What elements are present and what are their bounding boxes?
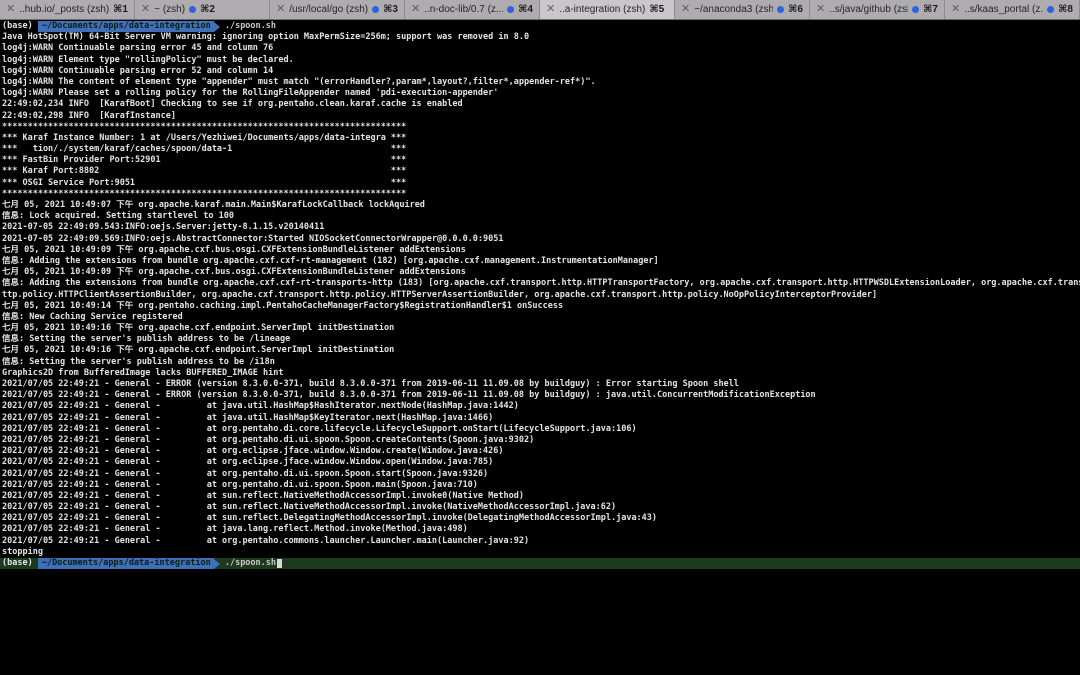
terminal-line: 22:49:02,234 INFO [KarafBoot] Checking t… (2, 99, 463, 110)
terminal-tab-6[interactable]: ✕ ~/anaconda3 (zsh) ⌘6 (675, 0, 810, 19)
terminal-line: 2021/07/05 22:49:21 - General - ERROR (v… (2, 390, 816, 401)
terminal-window: (base) ~/Documents/apps/data-integration… (0, 20, 1080, 675)
terminal-tab-4[interactable]: ✕ ..n-doc-lib/0.7 (z... ⌘4 (405, 0, 540, 19)
close-icon[interactable]: ✕ (276, 4, 285, 15)
tab-shortcut: ⌘3 (383, 4, 398, 15)
terminal-line: 2021-07-05 22:49:09.569:INFO:oejs.Abstra… (2, 233, 504, 244)
prompt-line-bottom[interactable]: (base) ~/Documents/apps/data-integration… (0, 558, 1080, 570)
terminal-line: ****************************************… (2, 188, 407, 199)
prompt-path: ~/Documents/apps/data-integration (37, 21, 214, 33)
activity-dot-icon (189, 6, 197, 13)
terminal-cursor (277, 558, 283, 569)
tab-shortcut: ⌘2 (200, 4, 215, 15)
close-icon[interactable]: ✕ (411, 4, 420, 15)
terminal-line: 2021/07/05 22:49:21 - General - at org.e… (2, 446, 504, 457)
terminal-line: 2021/07/05 22:49:21 - General - ERROR (v… (2, 379, 739, 389)
close-icon[interactable]: ✕ (951, 4, 960, 15)
terminal-line: 2021-07-05 22:49:09.543:INFO:oejs.Server… (2, 222, 325, 233)
terminal-line: ttp.policy.HTTPClientAssertionBuilder, o… (2, 289, 878, 300)
tab-label: ~/anaconda3 (zsh) (694, 4, 774, 15)
tab-label: ~ (zsh) (154, 4, 186, 15)
terminal-line: *** Karaf Instance Number: 1 at /Users/Y… (2, 132, 407, 143)
terminal-line: log4j:WARN Element type "rollingPolicy" … (2, 54, 294, 65)
terminal-line: 七月 05, 2021 10:49:09 下午 org.apache.cxf.b… (2, 267, 466, 278)
terminal-line: 2021/07/05 22:49:21 - General - at sun.r… (2, 502, 617, 513)
tab-shortcut: ⌘4 (518, 4, 533, 15)
terminal-tab-5[interactable]: ✕ ..a-integration (zsh) ⌘5 (540, 0, 675, 19)
terminal-line: 22:49:02,298 INFO [KarafInstance] (2, 110, 176, 121)
terminal-line: 七月 05, 2021 10:49:07 下午 org.apache.karaf… (2, 200, 425, 210)
terminal-line: log4j:WARN Continuable parsing error 45 … (2, 43, 274, 54)
terminal-tab-7[interactable]: ✕ ..s/java/github (zsh) ⌘7 (810, 0, 945, 19)
terminal-line: 信息: Setting the server's publish address… (2, 356, 275, 367)
terminal-line: 信息: New Caching Service registered (2, 311, 183, 322)
terminal-tab-3[interactable]: ✕ /usr/local/go (zsh) ⌘3 (270, 0, 405, 19)
terminal-line: 2021/07/05 22:49:21 - General - at org.p… (2, 535, 530, 546)
tab-label: ..hub.io/_posts (zsh) (19, 4, 110, 15)
activity-dot-icon (912, 6, 920, 13)
terminal-line: 2021/07/05 22:49:21 - General - at java.… (2, 412, 494, 423)
terminal-line: 七月 05, 2021 10:49:16 下午 org.apache.cxf.e… (2, 323, 395, 334)
terminal-line: log4j:WARN Please set a rolling policy f… (2, 88, 499, 99)
close-icon[interactable]: ✕ (546, 4, 555, 15)
tab-label: /usr/local/go (zsh) (289, 4, 369, 15)
terminal-line: 2021/07/05 22:49:21 - General - at org.p… (2, 468, 489, 479)
activity-dot-icon (777, 6, 785, 13)
tab-label: ..s/kaas_portal (z... (964, 4, 1044, 15)
terminal-line: 2021/07/05 22:49:21 - General - at sun.r… (2, 513, 658, 524)
terminal-line: *** OSGI Service Port:9051 *** (2, 177, 407, 188)
tab-shortcut: ⌘6 (788, 4, 803, 15)
terminal-line: 七月 05, 2021 10:49:09 下午 org.apache.cxf.b… (2, 244, 466, 255)
close-icon[interactable]: ✕ (816, 4, 825, 15)
terminal-line: 2021/07/05 22:49:21 - General - at org.e… (2, 457, 494, 468)
prompt-line-top: (base) ~/Documents/apps/data-integration… (2, 21, 1080, 33)
terminal-line: *** Karaf Port:8802 *** (2, 166, 407, 177)
terminal-line: 信息: Adding the extensions from bundle or… (2, 278, 1080, 289)
terminal-line: ****************************************… (2, 121, 407, 132)
terminal-tab-8[interactable]: ✕ ..s/kaas_portal (z... ⌘8 (945, 0, 1080, 19)
close-icon[interactable]: ✕ (141, 4, 150, 15)
terminal-line: stopping (2, 546, 43, 557)
tab-shortcut: ⌘5 (649, 4, 665, 15)
tab-label: ..a-integration (zsh) (559, 4, 646, 15)
tab-shortcut: ⌘8 (1058, 4, 1073, 15)
terminal-line: 2021/07/05 22:49:21 - General - at org.p… (2, 423, 637, 434)
terminal-line: *** tion/./system/karaf/caches/spoon/dat… (2, 144, 407, 155)
prompt-path: ~/Documents/apps/data-integration (37, 558, 214, 570)
terminal-line: log4j:WARN The content of element type "… (2, 76, 596, 87)
tab-bar: ✕ ..hub.io/_posts (zsh) ⌘1 ✕ ~ (zsh) ⌘2 ✕ /usr/… (0, 0, 1080, 20)
terminal-line: Java HotSpot(TM) 64-Bit Server VM warnin… (2, 32, 530, 43)
tab-shortcut: ⌘7 (923, 4, 938, 15)
terminal-line: log4j:WARN Continuable parsing error 52 … (2, 65, 274, 76)
terminal-line: 七月 05, 2021 10:49:16 下午 org.apache.cxf.e… (2, 345, 395, 356)
terminal-line: 2021/07/05 22:49:21 - General - at java.… (2, 524, 468, 535)
terminal-line: 2021/07/05 22:49:21 - General - at org.p… (2, 434, 535, 445)
terminal-tab-1[interactable]: ✕ ..hub.io/_posts (zsh) ⌘1 (0, 0, 135, 19)
terminal-line: 信息: Lock acquired. Setting startlevel to… (2, 211, 234, 222)
prompt-venv: (base) (2, 21, 38, 31)
terminal-line: 信息: Setting the server's publish address… (2, 334, 291, 345)
terminal-line: 七月 05, 2021 10:49:14 下午 org.pentaho.cach… (2, 300, 564, 311)
terminal-line: 信息: Adding the extensions from bundle or… (2, 255, 659, 266)
terminal-line: 2021/07/05 22:49:21 - General - at sun.r… (2, 490, 524, 501)
terminal-line: 2021/07/05 22:49:21 - General - at org.p… (2, 479, 478, 490)
activity-dot-icon (372, 6, 380, 13)
prompt-command: ./spoon.sh (219, 558, 277, 568)
activity-dot-icon (507, 6, 515, 13)
tab-label: ..n-doc-lib/0.7 (z... (424, 4, 504, 15)
prompt-command: ./spoon.sh (219, 21, 277, 31)
tab-label: ..s/java/github (zsh) (829, 4, 909, 15)
terminal-line: *** FastBin Provider Port:52901 *** (2, 155, 407, 166)
terminal-line: Graphics2D from BufferedImage lacks BUFF… (2, 367, 284, 378)
tab-shortcut: ⌘1 (113, 4, 128, 15)
prompt-venv: (base) (2, 558, 38, 568)
terminal-line: 2021/07/05 22:49:21 - General - at java.… (2, 401, 519, 412)
terminal-tab-2[interactable]: ✕ ~ (zsh) ⌘2 (135, 0, 270, 19)
close-icon[interactable]: ✕ (681, 4, 690, 15)
close-icon[interactable]: ✕ (6, 4, 15, 15)
activity-dot-icon (1047, 6, 1055, 13)
terminal-lines: Java HotSpot(TM) 64-Bit Server VM warnin… (2, 32, 1080, 558)
